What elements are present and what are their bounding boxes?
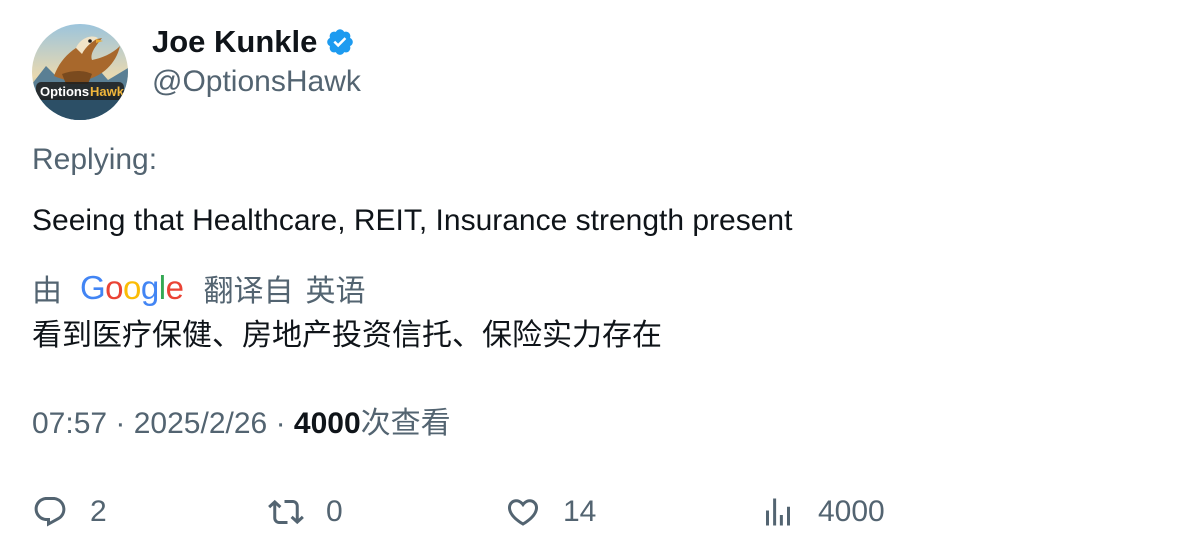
translated-from-label: 翻译自 — [203, 275, 294, 308]
views-button[interactable]: 4000 — [760, 490, 885, 534]
display-name[interactable]: Joe Kunkle — [152, 22, 317, 62]
retweet-icon — [268, 499, 304, 525]
display-name-row: Joe Kunkle — [152, 22, 355, 62]
reply-icon — [34, 497, 66, 527]
views-label: 次查看 — [360, 407, 451, 440]
action-bar: 2 0 14 4000 — [0, 490, 1196, 534]
like-count: 14 — [563, 495, 597, 528]
source-language-label: 英语 — [305, 275, 366, 308]
svg-text:Options: Options — [40, 84, 89, 99]
reply-button[interactable]: 2 — [32, 490, 107, 534]
verified-badge-icon — [325, 27, 355, 57]
retweet-button[interactable]: 0 — [268, 490, 343, 534]
translated-text: 看到医疗保健、房地产投资信托、保险实力存在 — [32, 319, 662, 352]
meta-separator: · — [115, 407, 134, 440]
retweet-count: 0 — [326, 495, 343, 528]
replying-label: Replying: — [32, 143, 158, 176]
tweet-time[interactable]: 07:57 — [32, 407, 107, 440]
user-handle[interactable]: @OptionsHawk — [152, 62, 361, 102]
views-count: 4000 — [293, 407, 361, 440]
like-button[interactable]: 14 — [505, 490, 596, 534]
avatar[interactable]: Options Hawk — [32, 24, 128, 120]
views-action-count: 4000 — [818, 495, 885, 528]
tweet-date[interactable]: 2025/2/26 — [134, 407, 267, 440]
svg-text:Hawk: Hawk — [90, 84, 125, 99]
tweet-text: Seeing that Healthcare, REIT, Insurance … — [32, 204, 793, 237]
analytics-icon — [766, 498, 790, 526]
heart-icon — [507, 499, 539, 526]
tweet-meta: 07:57 · 2025/2/26 · 4000次查看 — [32, 404, 451, 444]
google-logo-icon: Google — [80, 269, 184, 306]
translated-by-label: 由 — [32, 275, 62, 308]
reply-count: 2 — [90, 495, 107, 528]
translation-attribution: 由 Google 翻译自 英语 — [32, 268, 365, 308]
tweet-card: Options Hawk Joe Kunkle @OptionsHawk Rep… — [0, 0, 1196, 558]
meta-separator: · — [275, 407, 294, 440]
options-hawk-logo-icon: Options Hawk — [32, 24, 128, 120]
